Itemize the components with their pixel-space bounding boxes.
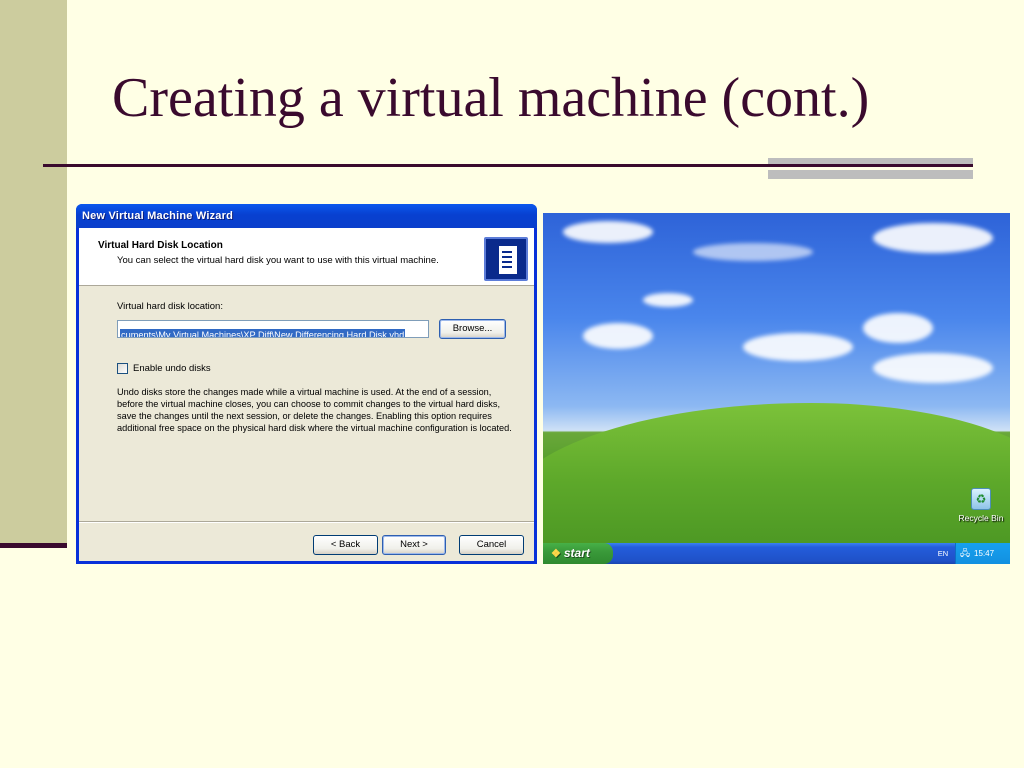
recycle-bin-label: Recycle Bin: [958, 513, 1004, 523]
windows-logo-icon: ❖: [551, 548, 561, 560]
cloud: [873, 353, 993, 383]
cloud: [743, 333, 853, 361]
new-vm-wizard-window: New Virtual Machine Wizard Virtual Hard …: [76, 204, 537, 564]
wizard-step-title: Virtual Hard Disk Location: [98, 240, 223, 251]
enable-undo-disks-checkbox[interactable]: [117, 363, 128, 374]
recycle-bin-icon: ♻: [971, 488, 991, 510]
xp-desktop-screenshot: ♻ Recycle Bin ❖ start EN 🖧 15:47: [543, 213, 1010, 564]
slide-title: Creating a virtual machine (cont.): [112, 67, 870, 129]
cloud: [643, 293, 693, 307]
wizard-header: Virtual Hard Disk Location You can selec…: [79, 228, 534, 286]
undo-disks-description: Undo disks store the changes made while …: [117, 387, 512, 433]
slide-side-band-foot: [0, 543, 67, 548]
wizard-titlebar[interactable]: New Virtual Machine Wizard: [76, 204, 537, 228]
title-rule: [43, 164, 973, 167]
language-indicator[interactable]: EN: [933, 543, 953, 564]
document-icon: [498, 245, 518, 275]
slide-side-band: [0, 0, 67, 546]
system-tray: 🖧 15:47: [955, 543, 1010, 564]
green-hill: [543, 403, 1010, 564]
disk-location-value: cuments\My Virtual Machines\XP Diff\New …: [120, 329, 406, 337]
cloud: [583, 323, 653, 349]
wizard-step-subtitle: You can select the virtual hard disk you…: [117, 255, 439, 266]
virtual-disk-icon: [484, 237, 528, 281]
browse-button[interactable]: Browse...: [439, 319, 506, 339]
disk-location-input[interactable]: cuments\My Virtual Machines\XP Diff\New …: [117, 320, 429, 338]
wizard-window-title: New Virtual Machine Wizard: [82, 210, 233, 222]
clock: 15:47: [974, 549, 995, 558]
wizard-footer-separator: [79, 521, 534, 523]
title-rule-accent: [768, 158, 973, 179]
cloud: [563, 221, 653, 243]
cancel-button[interactable]: Cancel: [459, 535, 524, 555]
recycle-bin[interactable]: ♻ Recycle Bin: [953, 488, 1009, 523]
start-label: start: [563, 546, 590, 560]
disk-location-label: Virtual hard disk location:: [117, 301, 223, 312]
back-button[interactable]: < Back: [313, 535, 378, 555]
cloud: [873, 223, 993, 253]
network-icon[interactable]: 🖧: [960, 548, 970, 558]
start-button[interactable]: ❖ start: [543, 543, 613, 564]
next-button[interactable]: Next >: [382, 535, 446, 555]
enable-undo-disks-label[interactable]: Enable undo disks: [133, 363, 211, 374]
cloud: [863, 313, 933, 343]
taskbar: ❖ start EN 🖧 15:47: [543, 543, 1010, 564]
wizard-body: Virtual Hard Disk Location You can selec…: [79, 228, 534, 561]
cloud: [693, 243, 813, 261]
